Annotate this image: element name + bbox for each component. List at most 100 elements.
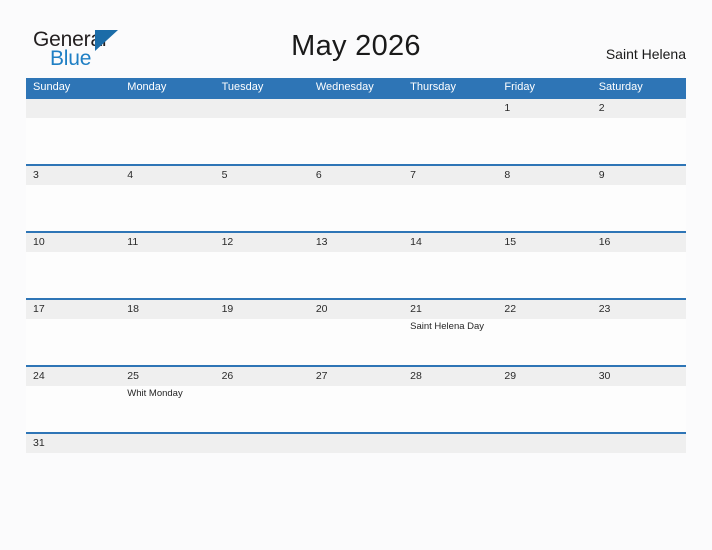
calendar-day-cell-empty	[403, 434, 497, 453]
calendar-day-cell[interactable]: 2	[592, 99, 686, 164]
day-number: 26	[221, 370, 234, 382]
calendar-day-cell-empty	[497, 434, 591, 453]
calendar-week-cells: 10 11 12 13 14 15 16	[26, 233, 686, 298]
day-number: 31	[33, 437, 45, 449]
calendar-week-row: 10 11 12 13 14 15 16	[26, 231, 686, 298]
calendar-day-cell[interactable]: 15	[497, 233, 591, 298]
calendar-day-cell-empty	[309, 99, 403, 164]
calendar-day-cell[interactable]: 9	[592, 166, 686, 231]
page-header: General Blue May 2026 Saint Helena	[0, 0, 712, 78]
calendar-week-cells: 31	[26, 434, 686, 453]
calendar-day-cell-empty	[403, 99, 497, 164]
day-number: 27	[315, 370, 328, 382]
calendar-day-cell[interactable]: 30	[592, 367, 686, 432]
day-number: 16	[598, 236, 611, 248]
calendar-day-cell-empty	[120, 434, 214, 453]
day-number: 15	[504, 236, 517, 248]
calendar-day-cell[interactable]: 8	[497, 166, 591, 231]
calendar-day-cell-empty	[120, 99, 214, 164]
day-number: 6	[315, 169, 322, 181]
weekday-header-thursday: Thursday	[410, 81, 456, 93]
calendar-day-cell[interactable]: 11	[120, 233, 214, 298]
calendar-week-cells: 24 25 Whit Monday 26 27 28 29 30	[26, 367, 686, 432]
calendar-week-row: 12	[26, 97, 686, 164]
day-number: 18	[127, 303, 139, 315]
event-label[interactable]: Saint Helena Day	[410, 321, 497, 333]
calendar-day-cell[interactable]: 3	[26, 166, 120, 231]
calendar-page: General Blue May 2026 Saint Helena Sunda…	[0, 0, 712, 550]
calendar-day-cell[interactable]: 29	[497, 367, 591, 432]
calendar-day-cell[interactable]: 13	[309, 233, 403, 298]
day-number: 11	[127, 236, 139, 248]
day-number: 20	[315, 303, 328, 315]
day-number: 29	[504, 370, 517, 382]
calendar-day-cell[interactable]: 22	[497, 300, 591, 365]
calendar-day-cell[interactable]: 14	[403, 233, 497, 298]
day-number: 7	[410, 169, 416, 181]
day-number: 24	[33, 370, 45, 382]
calendar-day-cell[interactable]: 4	[120, 166, 214, 231]
calendar-day-cell-empty	[592, 434, 686, 453]
day-number: 3	[33, 169, 39, 181]
calendar-day-cell-empty	[215, 434, 309, 453]
day-number: 12	[221, 236, 234, 248]
calendar-day-cell[interactable]: 21 Saint Helena Day	[403, 300, 497, 365]
weekday-header-monday: Monday	[127, 81, 167, 93]
day-number: 8	[504, 169, 511, 181]
day-number: 17	[33, 303, 45, 315]
day-number: 28	[410, 370, 422, 382]
day-number: 19	[221, 303, 234, 315]
calendar-day-cell[interactable]: 5	[215, 166, 309, 231]
region-label: Saint Helena	[605, 46, 686, 62]
weekday-header-wednesday: Wednesday	[315, 81, 374, 93]
calendar-week-row: 24 25 Whit Monday 26 27 28 29 30	[26, 365, 686, 432]
calendar-week-cells: 3 4 5 6 7 8 9	[26, 166, 686, 231]
calendar-day-cell[interactable]: 20	[309, 300, 403, 365]
calendar-day-cell-empty	[26, 99, 120, 164]
calendar-day-cell[interactable]: 18	[120, 300, 214, 365]
weekday-header-tuesday: Tuesday	[221, 81, 264, 93]
calendar-day-cell[interactable]: 12	[215, 233, 309, 298]
calendar-day-cell[interactable]: 27	[309, 367, 403, 432]
day-number: 13	[315, 236, 328, 248]
calendar-day-cell-empty	[215, 99, 309, 164]
calendar-day-cell[interactable]: 19	[215, 300, 309, 365]
weekday-header-row: Sunday Monday Tuesday Wednesday Thursday Frid…	[26, 78, 686, 97]
calendar-day-cell[interactable]: 26	[215, 367, 309, 432]
day-number: 21	[410, 303, 422, 315]
day-number: 22	[504, 303, 517, 315]
day-number: 25	[127, 370, 139, 382]
day-number: 4	[127, 169, 134, 181]
calendar-day-cell-empty	[309, 434, 403, 453]
weekday-header-friday: Friday	[504, 81, 535, 93]
weekday-header-sunday: Sunday	[33, 81, 71, 93]
weekday-header-saturday: Saturday	[598, 81, 643, 93]
calendar-day-cell[interactable]: 24	[26, 367, 120, 432]
calendar-grid: Sunday Monday Tuesday Wednesday Thursday Frid…	[26, 78, 686, 453]
calendar-day-cell[interactable]: 1	[497, 99, 591, 164]
day-number: 30	[598, 370, 611, 382]
calendar-weeks: 1 2 3 4 5 6 7 8 9 10 11 12 13 14 15 16 17 18 19 20 21 Saint H…	[26, 97, 686, 453]
day-number: 23	[598, 303, 611, 315]
calendar-day-cell[interactable]: 17	[26, 300, 120, 365]
calendar-day-cell[interactable]: 28	[403, 367, 497, 432]
calendar-day-cell[interactable]: 16	[592, 233, 686, 298]
calendar-week-cells: 12	[26, 99, 686, 164]
calendar-day-cell[interactable]: 23	[592, 300, 686, 365]
day-number: 14	[410, 236, 422, 248]
day-number: 1	[504, 102, 511, 114]
day-number: 2	[598, 102, 605, 114]
calendar-day-cell[interactable]: 7	[403, 166, 497, 231]
calendar-week-row: 3 4 5 6 7 8 9	[26, 164, 686, 231]
day-number: 10	[33, 236, 45, 248]
calendar-day-cell[interactable]: 6	[309, 166, 403, 231]
calendar-day-cell[interactable]: 25 Whit Monday	[120, 367, 214, 432]
calendar-week-cells: 17 18 19 20 21 Saint Helena Day 22 23	[26, 300, 686, 365]
day-number: 9	[598, 169, 605, 181]
calendar-week-row: 17 18 19 20 21 Saint Helena Day 22 23	[26, 298, 686, 365]
day-number: 5	[221, 169, 228, 181]
calendar-day-cell[interactable]: 31	[26, 434, 120, 453]
day-events: Whit Monday	[127, 386, 214, 400]
event-label[interactable]: Whit Monday	[127, 388, 214, 400]
calendar-day-cell[interactable]: 10	[26, 233, 120, 298]
